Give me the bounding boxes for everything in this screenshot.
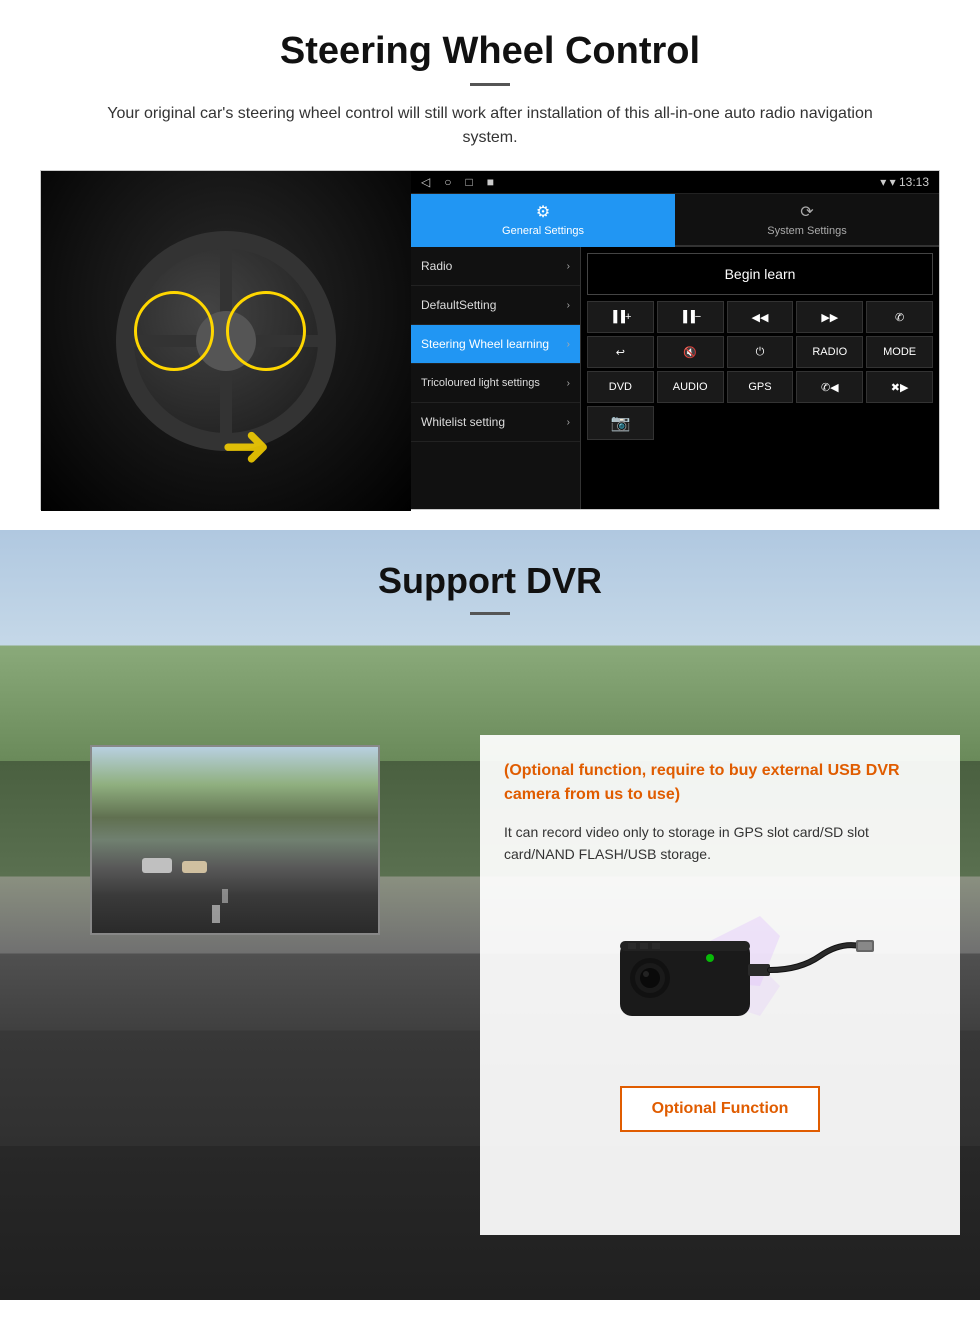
menu-item-whitelist[interactable]: Whitelist setting › bbox=[411, 403, 580, 442]
steering-subtitle: Your original car's steering wheel contr… bbox=[80, 102, 900, 150]
ctrl-gps[interactable]: GPS bbox=[727, 371, 794, 403]
dvr-optional-note: (Optional function, require to buy exter… bbox=[504, 759, 936, 807]
ctrl-mute[interactable]: 🔇 bbox=[657, 336, 724, 368]
chevron-icon: › bbox=[567, 417, 570, 428]
signal-icon: ▾ ▾ bbox=[880, 175, 899, 189]
android-tabs: ⚙ General Settings ⟳ System Settings bbox=[411, 194, 939, 247]
tab-system-label: System Settings bbox=[767, 225, 846, 237]
chevron-icon: › bbox=[567, 339, 570, 350]
dvr-title: Support DVR bbox=[40, 560, 940, 602]
chevron-icon: › bbox=[567, 377, 570, 390]
ctrl-mode[interactable]: MODE bbox=[866, 336, 933, 368]
menu-item-steering-wheel-learning[interactable]: Steering Wheel learning › bbox=[411, 325, 580, 364]
ctrl-vol-up[interactable]: ▐▐+ bbox=[587, 301, 654, 333]
dvr-thumbnail-image bbox=[90, 745, 380, 935]
dvr-title-divider bbox=[470, 612, 510, 615]
nav-icons: ◁ ○ □ ■ bbox=[421, 175, 494, 189]
chevron-icon: › bbox=[567, 261, 570, 272]
ctrl-dvd[interactable]: DVD bbox=[587, 371, 654, 403]
dvr-lower-content: (Optional function, require to buy exter… bbox=[0, 735, 980, 1235]
ctrl-power[interactable]: ⏻ bbox=[727, 336, 794, 368]
recents-icon: □ bbox=[465, 175, 472, 189]
title-divider bbox=[470, 83, 510, 86]
steering-title: Steering Wheel Control bbox=[40, 30, 940, 73]
ctrl-audio[interactable]: AUDIO bbox=[657, 371, 724, 403]
system-icon: ⟳ bbox=[800, 202, 813, 222]
menu-item-default-setting[interactable]: DefaultSetting › bbox=[411, 286, 580, 325]
optional-function-button[interactable]: Optional Function bbox=[620, 1086, 820, 1132]
back-icon: ◁ bbox=[421, 175, 430, 189]
status-time: ▾ ▾ 13:13 bbox=[880, 175, 929, 189]
time-display: 13:13 bbox=[899, 175, 929, 189]
tab-system-settings[interactable]: ⟳ System Settings bbox=[675, 194, 939, 247]
android-content-area: Begin learn ▐▐+ ▐▐− ◀◀ ▶▶ ✆ ↩ 🔇 ⏻ RADIO … bbox=[581, 247, 939, 509]
highlight-circle-left bbox=[134, 291, 214, 371]
ctrl-vol-down[interactable]: ▐▐− bbox=[657, 301, 724, 333]
android-ui-panel: ◁ ○ □ ■ ▾ ▾ 13:13 ⚙ General Settings ⟳ bbox=[411, 171, 939, 509]
control-grid: ▐▐+ ▐▐− ◀◀ ▶▶ ✆ ↩ 🔇 ⏻ RADIO MODE DVD AUD… bbox=[587, 301, 933, 440]
chevron-icon: › bbox=[567, 300, 570, 311]
dvr-title-area: Support DVR bbox=[0, 530, 980, 615]
dvr-info-card: (Optional function, require to buy exter… bbox=[480, 735, 960, 1235]
highlight-circle-right bbox=[226, 291, 306, 371]
tab-general-label: General Settings bbox=[502, 225, 584, 237]
steering-section: Steering Wheel Control Your original car… bbox=[0, 0, 980, 530]
dvr-description: It can record video only to storage in G… bbox=[504, 821, 936, 866]
ctrl-radio[interactable]: RADIO bbox=[796, 336, 863, 368]
dvr-section: Support DVR (Optional function, require … bbox=[0, 530, 980, 1300]
ctrl-next[interactable]: ▶▶ bbox=[796, 301, 863, 333]
steering-wheel-photo: ➜ bbox=[41, 171, 411, 511]
home-icon: ○ bbox=[444, 175, 451, 189]
dvr-camera-visual bbox=[560, 886, 880, 1066]
android-main-area: Radio › DefaultSetting › Steering Wheel … bbox=[411, 247, 939, 509]
ctrl-phone[interactable]: ✆ bbox=[866, 301, 933, 333]
menu-item-radio[interactable]: Radio › bbox=[411, 247, 580, 286]
android-menu: Radio › DefaultSetting › Steering Wheel … bbox=[411, 247, 581, 509]
gear-icon: ⚙ bbox=[536, 202, 550, 222]
menu-icon: ■ bbox=[487, 175, 494, 189]
ctrl-cam[interactable]: 📷 bbox=[587, 406, 654, 440]
ctrl-prev[interactable]: ◀◀ bbox=[727, 301, 794, 333]
begin-learn-button[interactable]: Begin learn bbox=[587, 253, 933, 295]
steering-demo-panel: ➜ ◁ ○ □ ■ ▾ ▾ 13:13 ⚙ bbox=[40, 170, 940, 510]
ctrl-hangup[interactable]: ↩ bbox=[587, 336, 654, 368]
arrow-indicator: ➜ bbox=[221, 411, 271, 481]
ctrl-phone-next[interactable]: ✖▶ bbox=[866, 371, 933, 403]
android-statusbar: ◁ ○ □ ■ ▾ ▾ 13:13 bbox=[411, 171, 939, 194]
ctrl-phone-prev[interactable]: ✆◀ bbox=[796, 371, 863, 403]
tab-general-settings[interactable]: ⚙ General Settings bbox=[411, 194, 675, 247]
menu-item-tricoloured[interactable]: Tricoloured light settings › bbox=[411, 364, 580, 403]
dvr-left-area bbox=[0, 735, 480, 1235]
dvr-camera-svg bbox=[560, 886, 880, 1066]
